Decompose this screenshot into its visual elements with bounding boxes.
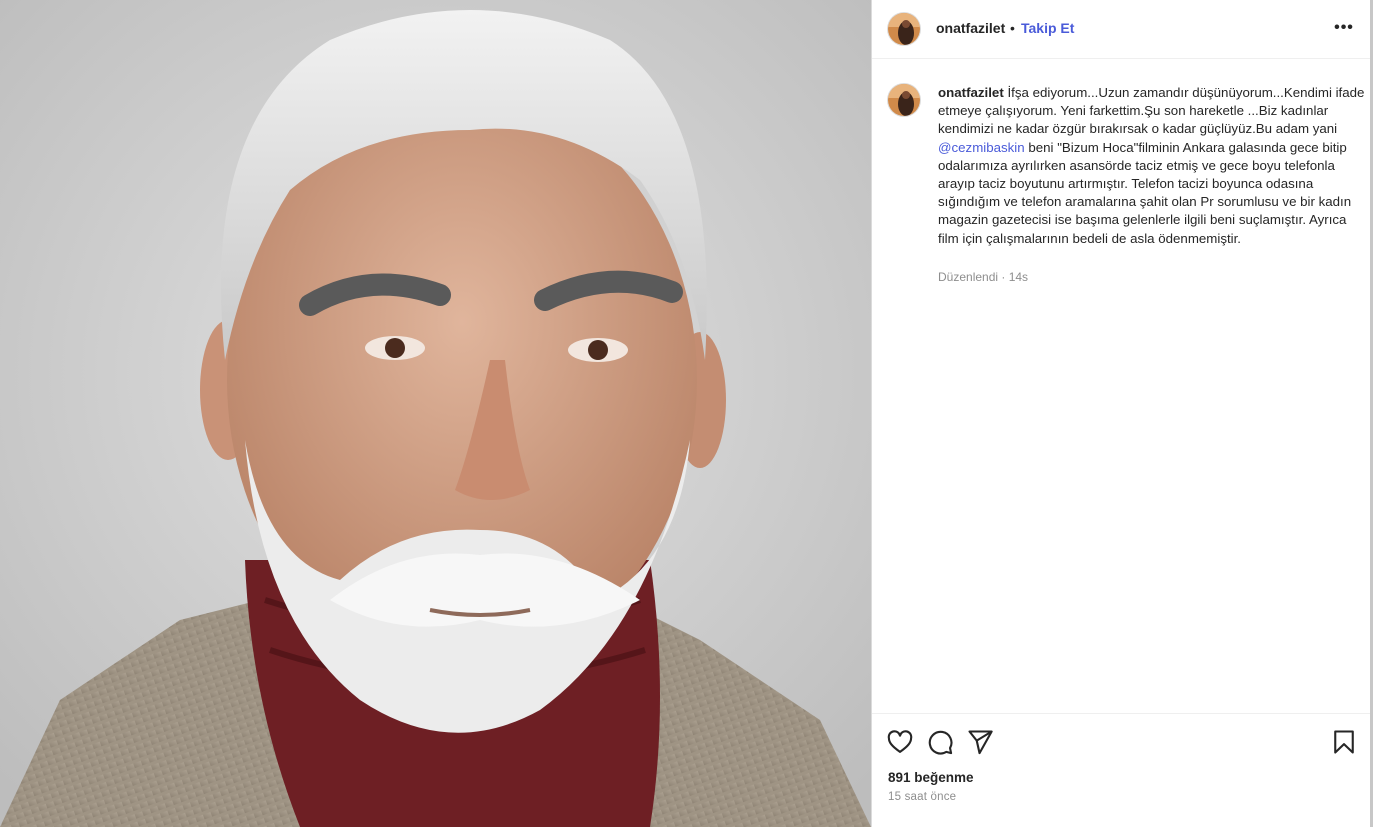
follow-button[interactable]: Takip Et (1021, 20, 1074, 36)
portrait-illustration (0, 0, 871, 827)
edited-timestamp: Düzenlendi · 14s (938, 270, 1029, 284)
post-side-panel: onatfazilet • Takip Et ••• onatfazilet İ… (872, 0, 1370, 827)
likes-count[interactable]: 891 beğenme (888, 770, 974, 785)
caption-username[interactable]: onatfazilet (938, 85, 1004, 100)
caption-mention-link[interactable]: @cezmibaskin (938, 140, 1025, 155)
author-username[interactable]: onatfazilet (936, 20, 1005, 36)
comment-icon[interactable] (926, 728, 954, 756)
bookmark-icon[interactable] (1330, 728, 1358, 756)
more-horizontal-icon[interactable]: ••• (1332, 16, 1356, 40)
caption-author-avatar[interactable] (888, 84, 920, 116)
caption-text: onatfazilet İfşa ediyorum...Uzun zamandı… (938, 84, 1368, 248)
post-image[interactable] (0, 0, 871, 827)
heart-icon[interactable] (886, 728, 914, 756)
post-timestamp[interactable]: 15 saat önce (888, 791, 956, 803)
caption-body-part2: beni "Bizum Hoca"filminin Ankara galasın… (938, 139, 1352, 246)
author-avatar[interactable] (888, 13, 920, 45)
post-header: onatfazilet • Takip Et ••• (872, 0, 1370, 59)
send-icon[interactable] (966, 728, 994, 756)
post-actions: 891 beğenme 15 saat önce (872, 713, 1370, 828)
header-separator: • (1010, 20, 1015, 36)
